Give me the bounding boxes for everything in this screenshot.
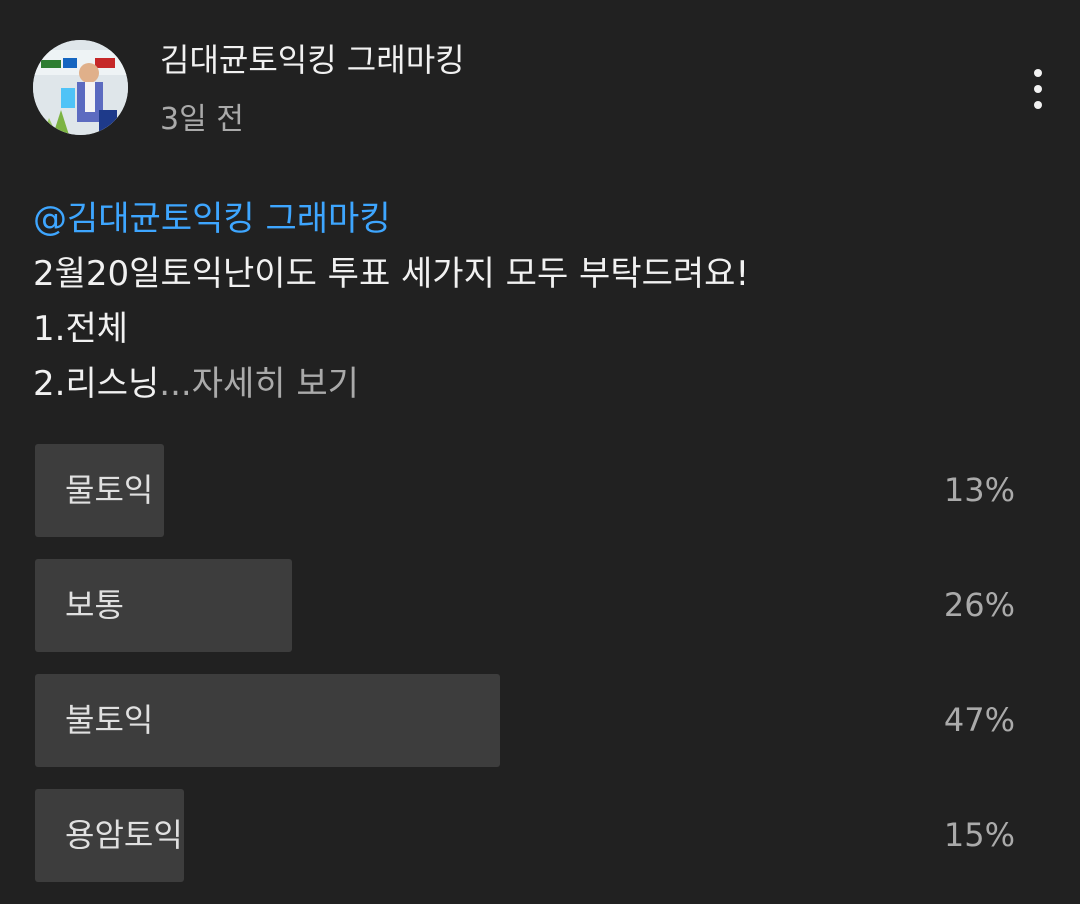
more-vert-icon[interactable] — [1016, 62, 1060, 116]
post-timestamp: 3일 전 — [160, 102, 244, 137]
poll-option-label: 불토익 — [65, 701, 154, 739]
menu-dot — [1034, 101, 1042, 109]
poll-option[interactable]: 보통 26% — [35, 559, 1025, 652]
poll: 물토익 13% 보통 26% 불토익 47% 용암토익 15% — [35, 444, 1025, 904]
post-text-line: 2월20일토익난이도 투표 세가지 모두 부탁드려요! — [33, 254, 750, 294]
ellipsis: ... — [159, 364, 192, 404]
poll-option-label: 보통 — [65, 586, 124, 624]
poll-option-label: 용암토익 — [65, 816, 183, 854]
mention-link[interactable]: @김대균토익킹 그래마킹 — [33, 192, 1043, 247]
poll-option[interactable]: 불토익 47% — [35, 674, 1025, 767]
menu-dot — [1034, 69, 1042, 77]
avatar-image — [33, 40, 128, 135]
poll-option[interactable]: 용암토익 15% — [35, 789, 1025, 882]
post-header: 김대균토익킹 그래마킹 3일 전 — [0, 0, 1080, 160]
read-more-link[interactable]: 자세히 보기 — [192, 364, 359, 404]
post-text-line: 1.전체 — [33, 309, 128, 349]
poll-option-label: 물토익 — [65, 471, 154, 509]
post-body: @김대균토익킹 그래마킹 2월20일토익난이도 투표 세가지 모두 부탁드려요!… — [33, 192, 1043, 412]
poll-option-percent: 13% — [943, 471, 1015, 509]
poll-option-percent: 15% — [943, 816, 1015, 854]
author-name[interactable]: 김대균토익킹 그래마킹 — [160, 40, 465, 80]
poll-option-percent: 47% — [943, 701, 1015, 739]
post-text-line-content: 2.리스닝 — [33, 364, 160, 404]
author-avatar[interactable] — [33, 40, 128, 135]
menu-dot — [1034, 85, 1042, 93]
post-text-line-last: 2.리스닝...자세히 보기 — [33, 357, 1043, 412]
poll-option-percent: 26% — [943, 586, 1015, 624]
poll-option[interactable]: 물토익 13% — [35, 444, 1025, 537]
